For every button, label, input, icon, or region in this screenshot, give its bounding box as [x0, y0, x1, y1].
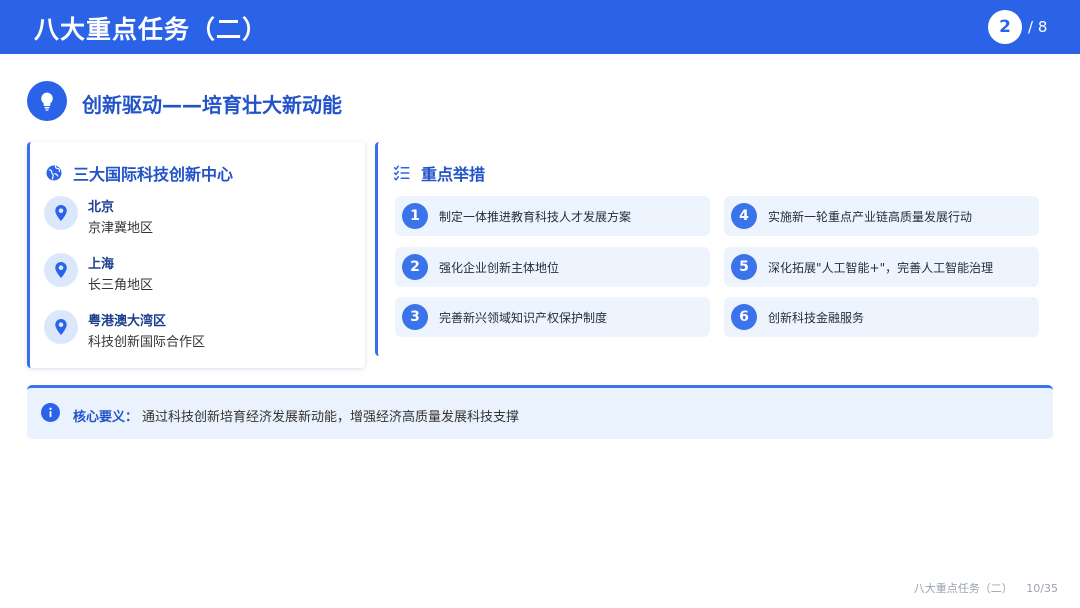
- measure-number: 4: [731, 203, 757, 229]
- measure-item: 6 创新科技金融服务: [724, 297, 1039, 337]
- footer-title: 八大重点任务（二）: [913, 582, 1013, 595]
- page-number-badge: 2: [988, 10, 1022, 44]
- measure-text: 强化企业创新主体地位: [439, 260, 560, 275]
- section-title: 创新驱动——培育壮大新动能: [82, 93, 342, 117]
- key-measures-panel: 重点举措 1 制定一体推进教育科技人才发展方案 2 强化企业创新主体地位 3 完…: [375, 142, 1053, 356]
- measure-item: 4 实施新一轮重点产业链高质量发展行动: [724, 196, 1039, 236]
- globe-icon: [45, 164, 63, 182]
- page-total: / 8: [1028, 18, 1048, 36]
- slide-footer: 八大重点任务（二） 10/35: [914, 580, 1058, 596]
- center-desc: 长三角地区: [88, 278, 154, 293]
- center-item-beijing: 北京 京津冀地区: [44, 196, 344, 240]
- innovation-centers-header: 三大国际科技创新中心: [45, 161, 233, 185]
- measure-number: 3: [402, 304, 428, 330]
- center-item-shanghai: 上海 长三角地区: [44, 253, 344, 297]
- slide-header: 八大重点任务（二） 2 / 8: [0, 0, 1080, 54]
- measure-text: 实施新一轮重点产业链高质量发展行动: [768, 209, 973, 224]
- center-name: 北京: [88, 200, 115, 215]
- measure-number: 5: [731, 254, 757, 280]
- slide-title: 八大重点任务（二）: [34, 15, 269, 44]
- location-pin-icon: [44, 310, 78, 344]
- measure-text: 深化拓展"人工智能+"，完善人工智能治理: [768, 260, 994, 275]
- lightbulb-icon: [27, 81, 67, 121]
- measure-text: 创新科技金融服务: [768, 310, 865, 325]
- checklist-icon: [393, 164, 411, 182]
- measure-item: 3 完善新兴领域知识产权保护制度: [395, 297, 710, 337]
- location-pin-icon: [44, 253, 78, 287]
- key-measures-title: 重点举措: [421, 165, 486, 184]
- core-summary-text: 通过科技创新培育经济发展新动能，增强经济高质量发展科技支撑: [142, 410, 520, 425]
- footer-page-number: 10/35: [1026, 582, 1058, 595]
- center-desc: 京津冀地区: [88, 221, 154, 236]
- measure-number: 6: [731, 304, 757, 330]
- measure-number: 2: [402, 254, 428, 280]
- center-item-gba: 粤港澳大湾区 科技创新国际合作区: [44, 310, 344, 354]
- info-icon: [41, 403, 60, 422]
- center-name: 上海: [88, 257, 115, 272]
- measure-text: 完善新兴领域知识产权保护制度: [439, 310, 608, 325]
- center-desc: 科技创新国际合作区: [88, 335, 206, 350]
- location-pin-icon: [44, 196, 78, 230]
- innovation-centers-title: 三大国际科技创新中心: [73, 165, 234, 184]
- center-name: 粤港澳大湾区: [88, 314, 167, 329]
- core-summary-box: 核心要义： 通过科技创新培育经济发展新动能，增强经济高质量发展科技支撑: [27, 385, 1053, 439]
- key-measures-header: 重点举措: [393, 161, 485, 185]
- measure-text: 制定一体推进教育科技人才发展方案: [439, 209, 632, 224]
- measure-item: 2 强化企业创新主体地位: [395, 247, 710, 287]
- measure-item: 5 深化拓展"人工智能+"，完善人工智能治理: [724, 247, 1039, 287]
- measure-item: 1 制定一体推进教育科技人才发展方案: [395, 196, 710, 236]
- measure-number: 1: [402, 203, 428, 229]
- innovation-centers-panel: 三大国际科技创新中心 北京 京津冀地区 上海 长三角地区 粤港澳大湾区 科技创新…: [27, 142, 365, 368]
- core-summary-label: 核心要义：: [73, 410, 139, 425]
